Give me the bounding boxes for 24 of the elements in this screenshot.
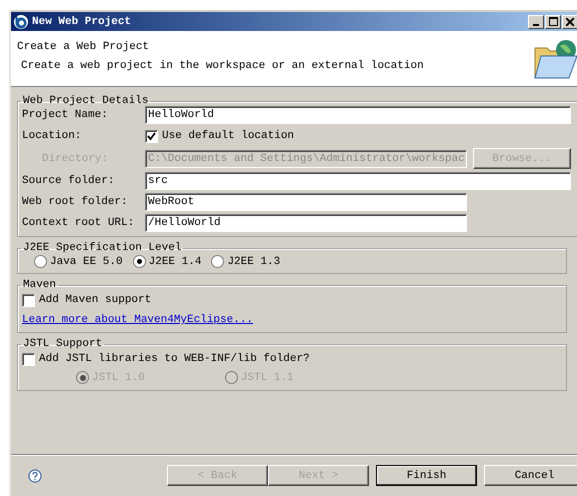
checkbox[interactable]: Add Maven support <box>22 291 560 309</box>
radio-button[interactable]: J2EE 1.3 <box>211 255 280 268</box>
text-field[interactable]: HelloWorld <box>145 106 571 124</box>
field-label: Project Name: <box>22 109 109 121</box>
field-label: Location: <box>22 130 82 142</box>
wizard-button[interactable]: Finish <box>376 465 477 486</box>
field-label: Source folder: <box>22 175 116 187</box>
field-label: Web root folder: <box>22 196 129 208</box>
window-title: New Web Project <box>32 16 132 28</box>
checkbox[interactable]: Use default location <box>145 127 571 145</box>
wizard-button[interactable]: Cancel <box>484 465 577 486</box>
field-label: Context root URL: <box>22 217 136 229</box>
group-title: Maven <box>22 279 58 291</box>
learn-more-link[interactable]: Learn more about Maven4MyEclipse... <box>22 314 254 326</box>
text-field[interactable]: /HelloWorld <box>145 214 467 232</box>
text-field[interactable]: src <box>145 172 571 190</box>
radio-button[interactable]: J2EE 1.4 <box>132 255 202 268</box>
page-title: Create a Web Project <box>17 41 150 53</box>
group-title: JSTL Support <box>22 338 104 350</box>
group-title: Web Project Details <box>22 95 150 107</box>
group-title: J2EE Specification Level <box>22 242 182 254</box>
text-field[interactable]: WebRoot <box>145 193 467 211</box>
radio-button[interactable]: Java EE 5.0 <box>34 255 123 268</box>
page-description: Create a web project in the workspace or an external location <box>20 60 424 72</box>
